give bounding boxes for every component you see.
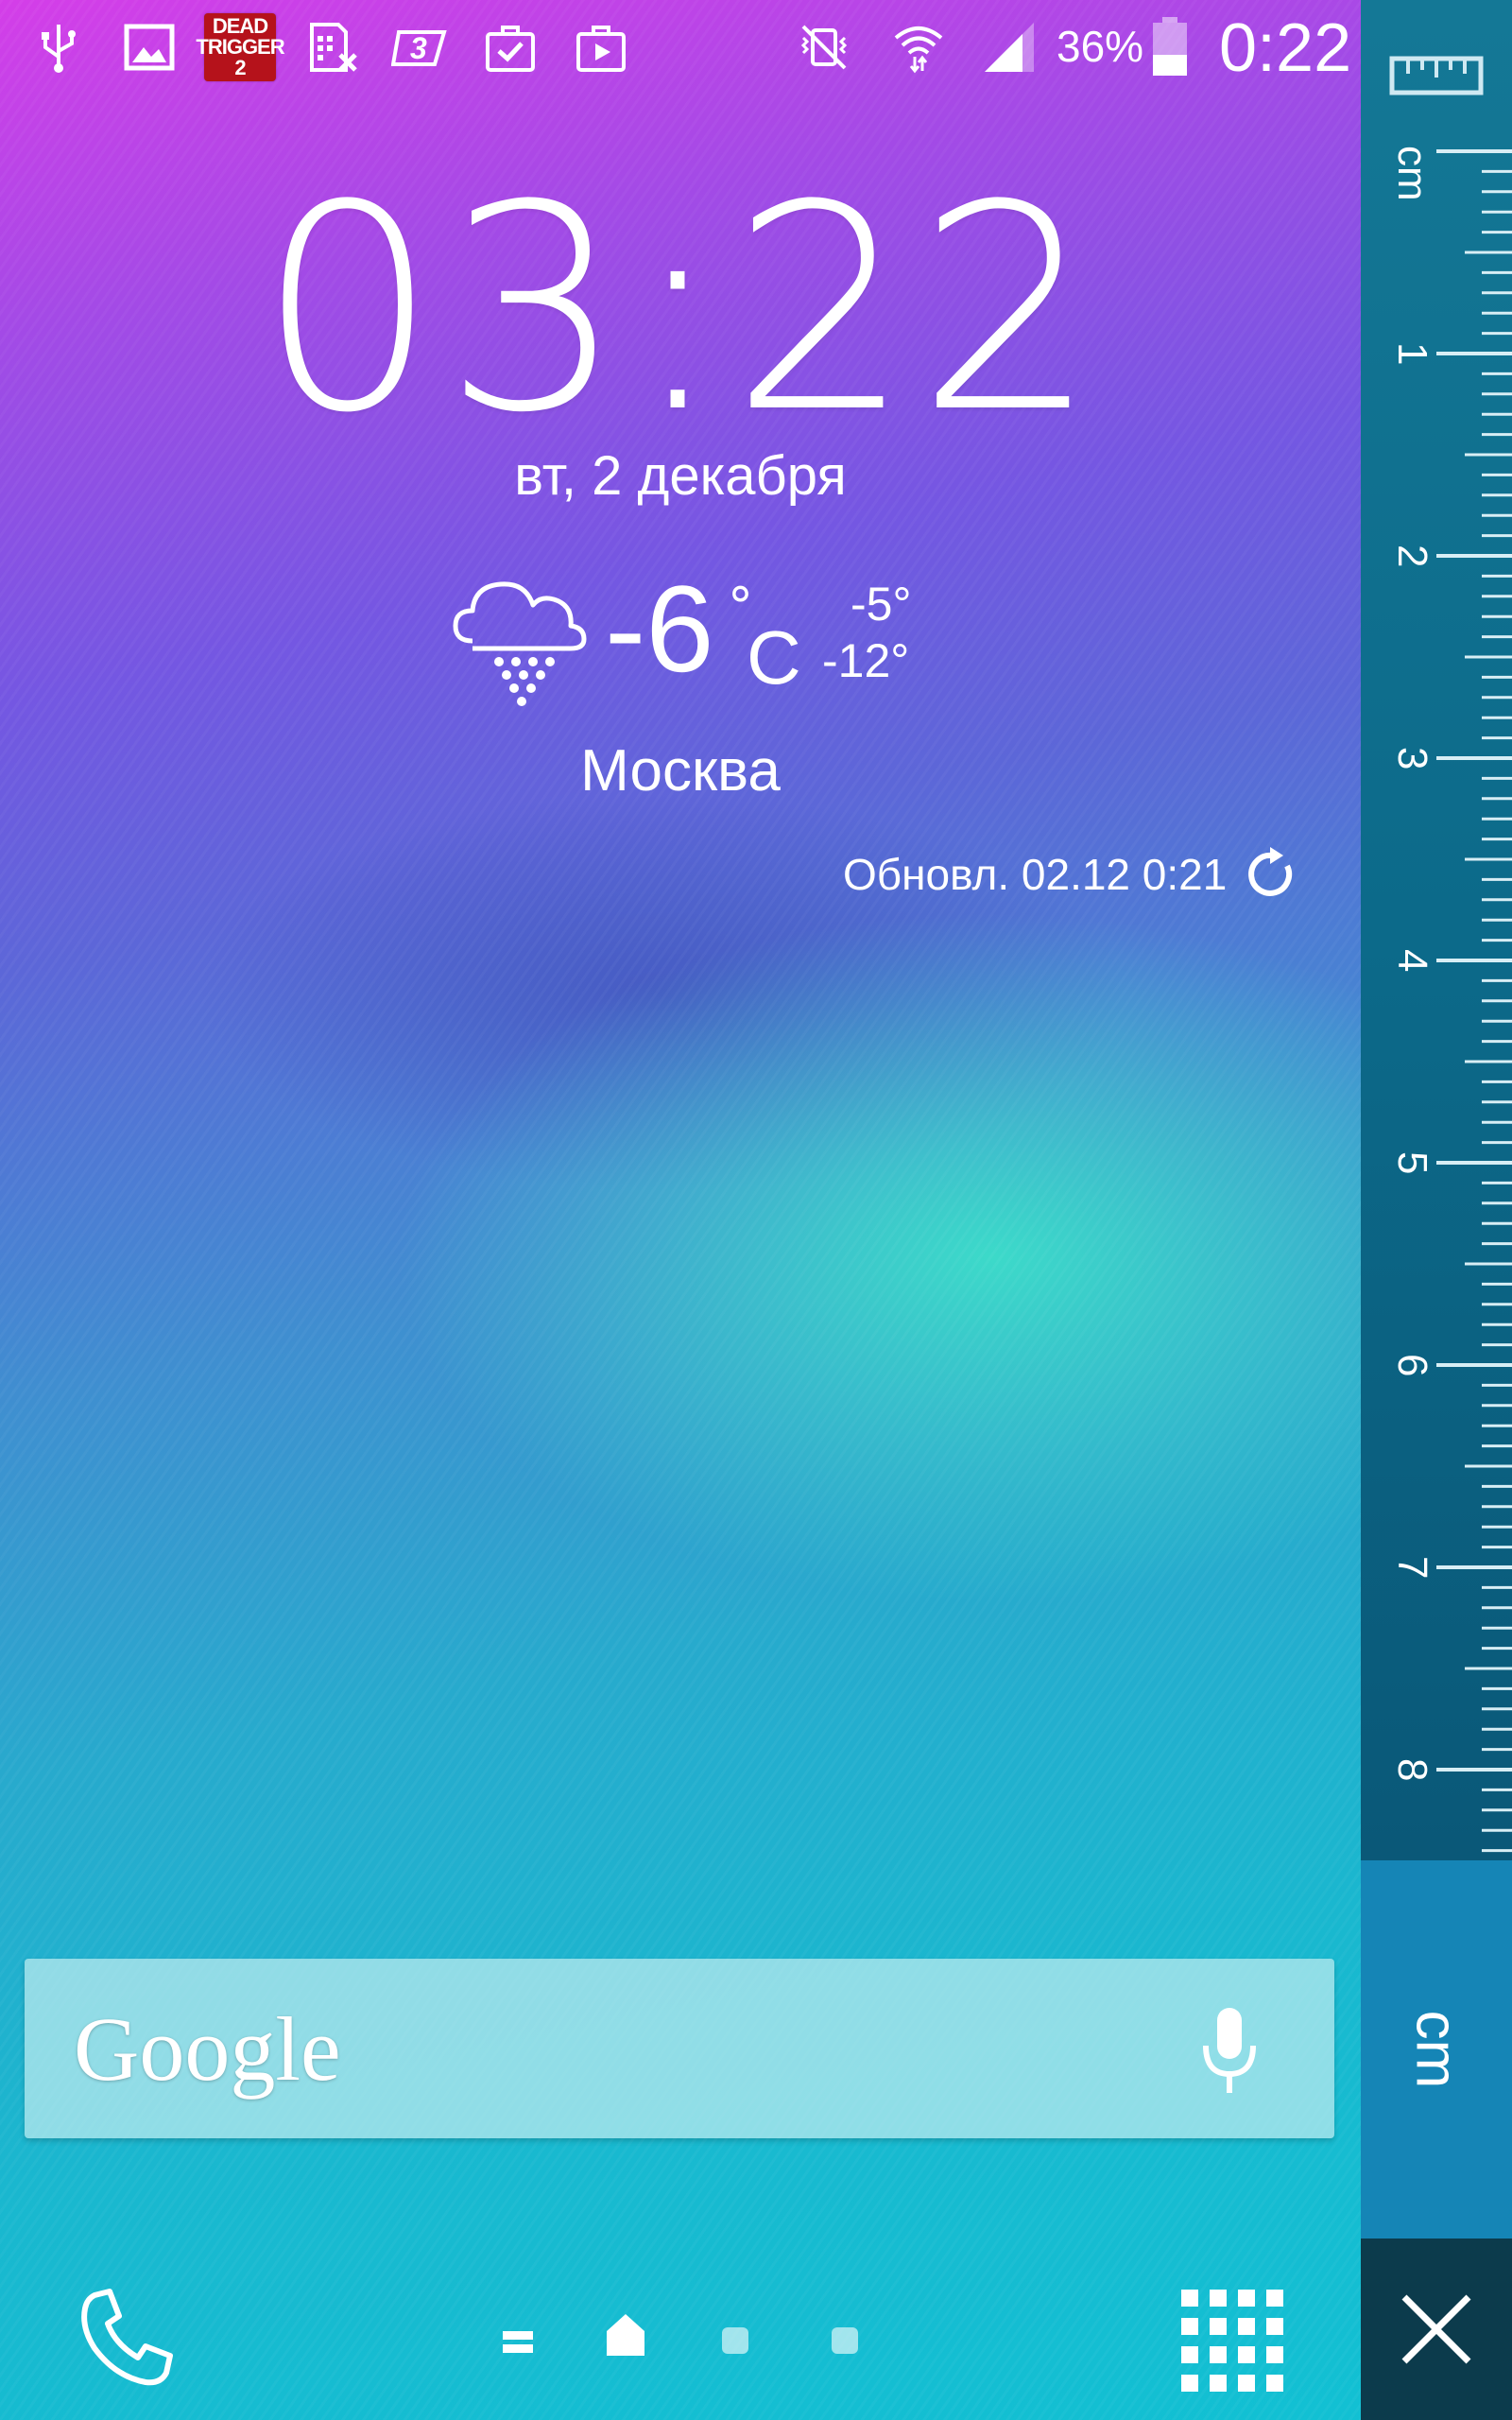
ruler-number: 3 (1389, 747, 1435, 769)
page-indicator-3[interactable] (830, 2325, 860, 2360)
briefcase-check-icon (480, 17, 541, 78)
high-temperature: -5° (850, 578, 912, 631)
phone-icon[interactable] (77, 2286, 181, 2390)
google-search-bar[interactable]: Google (25, 1959, 1334, 2138)
vibrate-mute-icon (794, 17, 854, 78)
refresh-icon[interactable] (1244, 847, 1298, 902)
page-indicator-overview[interactable] (501, 2325, 535, 2363)
ruler-unit-label: cm (1389, 146, 1435, 201)
wifi-icon (888, 17, 949, 78)
usb-icon (28, 17, 89, 78)
ruler-number: 6 (1389, 1354, 1435, 1376)
page-indicator-home[interactable] (605, 2312, 646, 2361)
current-temperature: -6 (605, 560, 714, 698)
battery-icon (1143, 17, 1196, 78)
ruler-icon (1389, 56, 1484, 95)
gallery-icon (119, 17, 180, 78)
google-logo: Google (74, 1998, 341, 2100)
ruler-number: 8 (1389, 1758, 1435, 1781)
microphone-icon[interactable] (1196, 2004, 1263, 2099)
unit-toggle-button[interactable]: cm (1361, 1860, 1512, 2238)
weather-updated: Обновл. 02.12 0:21 (843, 850, 1228, 899)
ruler-number: 1 (1389, 342, 1435, 365)
weather-widget[interactable]: -6 ° C -5° -12° (444, 560, 973, 728)
dead-trigger-2-icon: DEAD TRIGGER 2 (196, 13, 285, 81)
clock-date: вт, 2 декабря (514, 445, 847, 507)
close-icon (1401, 2294, 1471, 2364)
status-time: 0:22 (1219, 10, 1352, 86)
temperature-unit: C (747, 615, 801, 700)
briefcase-play-icon (571, 17, 631, 78)
snow-cloud-icon (453, 581, 587, 706)
status-bar: DEAD TRIGGER 2 3 36% 0:22 (0, 0, 1361, 98)
svg-text:3: 3 (410, 31, 427, 65)
ruler-number: 5 (1389, 1151, 1435, 1174)
battery-percent: 36% (1057, 22, 1144, 71)
sim-card-icon (301, 17, 361, 78)
ruler-number: 7 (1389, 1556, 1435, 1579)
weather-city: Москва (580, 738, 781, 804)
ruler-number: 2 (1389, 544, 1435, 567)
close-ruler-button[interactable] (1361, 2238, 1512, 2420)
unit-toggle-label: cm (1403, 2010, 1469, 2089)
ruler-number: 4 (1389, 949, 1435, 972)
app-3-icon: 3 (389, 17, 450, 78)
apps-grid-icon[interactable] (1179, 2288, 1283, 2392)
low-temperature: -12° (822, 634, 910, 687)
ruler-scale: cm 1 2 3 4 5 6 7 8 (1389, 146, 1512, 1853)
ruler-panel[interactable]: cm 1 2 3 4 5 6 7 8 (1361, 0, 1512, 1860)
clock-time[interactable]: 03:22 (0, 159, 1361, 461)
signal-icon (979, 17, 1040, 78)
page-indicator-2[interactable] (720, 2325, 750, 2360)
